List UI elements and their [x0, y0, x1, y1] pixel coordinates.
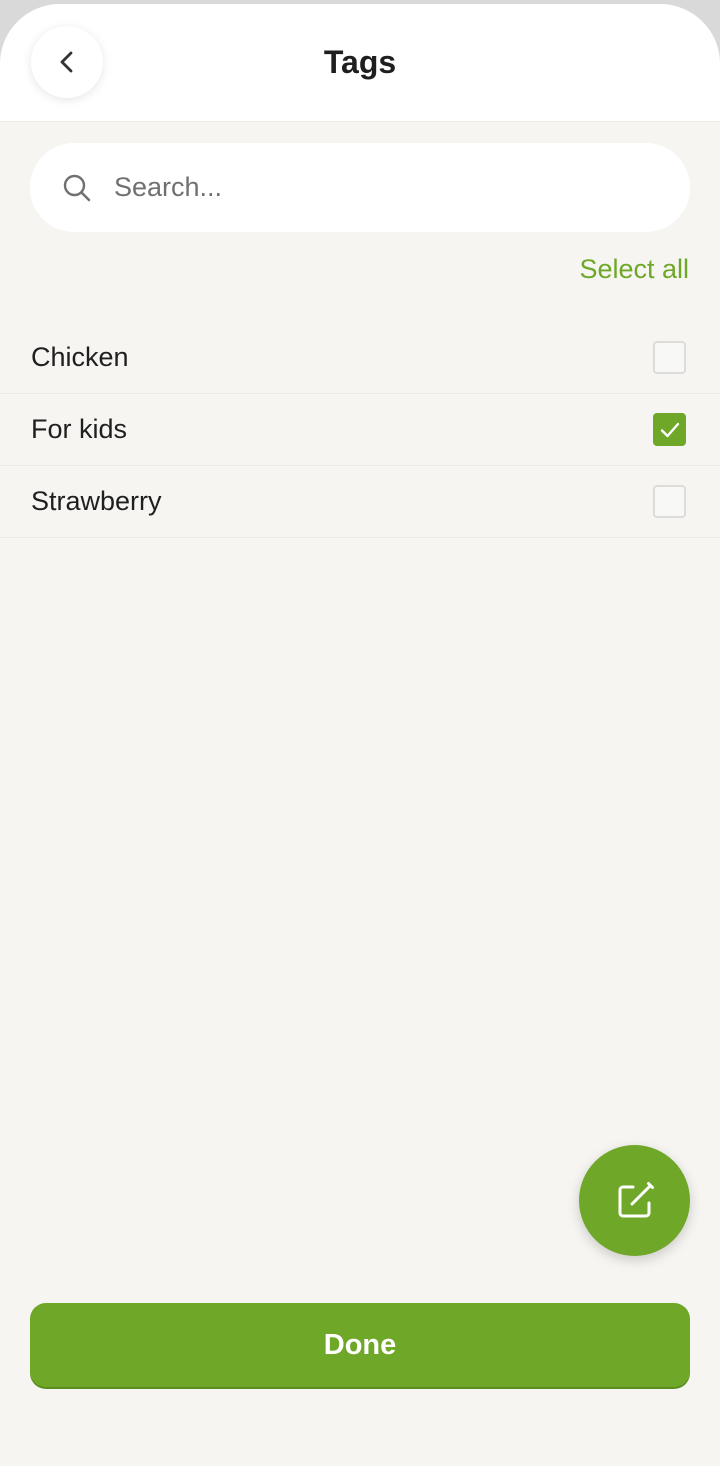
tag-row-strawberry[interactable]: Strawberry	[0, 466, 720, 538]
tag-row-chicken[interactable]: Chicken	[0, 322, 720, 394]
tag-checkbox[interactable]	[653, 341, 686, 374]
done-button[interactable]: Done	[30, 1303, 690, 1387]
tag-list: Chicken For kids Strawberry	[0, 322, 720, 538]
tag-row-for-kids[interactable]: For kids	[0, 394, 720, 466]
tag-label: For kids	[31, 414, 128, 444]
header: Tags	[0, 4, 720, 122]
select-all-button[interactable]: Select all	[579, 252, 689, 286]
edit-icon	[618, 1181, 654, 1217]
tag-label: Strawberry	[31, 486, 162, 516]
tag-checkbox[interactable]	[653, 485, 686, 518]
tag-checkbox[interactable]	[653, 413, 686, 446]
page-title: Tags	[323, 44, 397, 80]
screen: Tags Select all Chicken For kids Strawbe…	[0, 4, 720, 1466]
tag-label: Chicken	[31, 342, 129, 372]
search-icon	[63, 174, 91, 201]
search-input[interactable]	[114, 172, 634, 203]
checkmark-icon	[660, 422, 679, 437]
search-bar[interactable]	[30, 143, 690, 232]
new-tag-button[interactable]	[579, 1145, 690, 1256]
